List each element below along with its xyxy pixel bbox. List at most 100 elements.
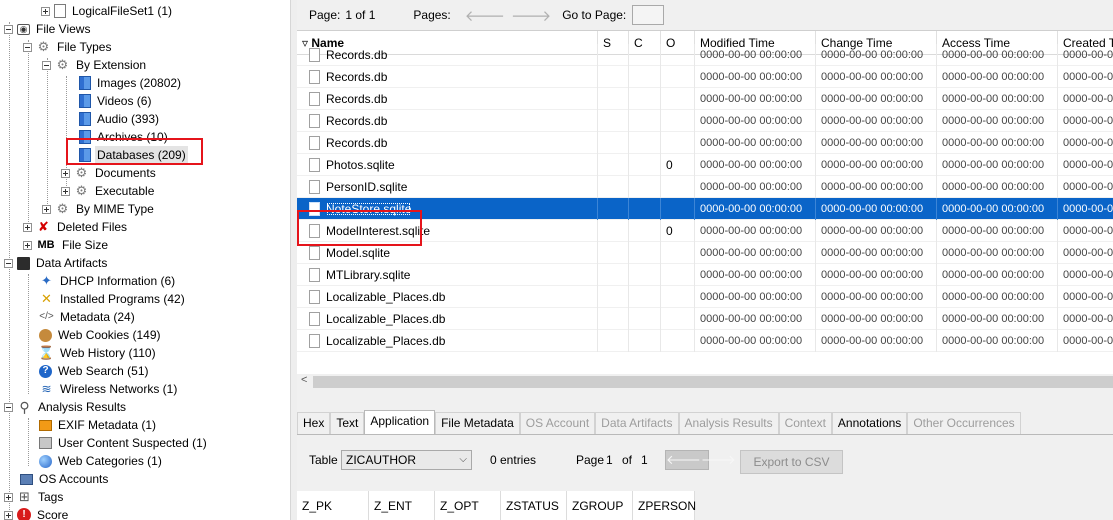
tree-node-installed-programs[interactable]: ✕ Installed Programs (42) [39, 290, 187, 308]
expand-icon[interactable] [23, 240, 32, 250]
tree-node-videos[interactable]: Videos (6) [79, 92, 153, 110]
tree-node-analysis-results[interactable]: ⚲ Analysis Results [4, 398, 128, 416]
tree-node-audio[interactable]: Audio (393) [79, 110, 161, 128]
tab-hex[interactable]: Hex [297, 412, 331, 434]
cookie-icon [39, 328, 52, 342]
gear-icon: ⚙ [37, 39, 50, 54]
tree-node-executable[interactable]: ⚙ Executable [61, 182, 156, 200]
prev-page-arrow-icon[interactable]: 🡐 [465, 6, 505, 25]
tab-analysis-results[interactable]: Analysis Results [678, 412, 779, 434]
tree-node-archives[interactable]: Archives (10) [79, 128, 170, 146]
tree-node-file-types[interactable]: ⚙ File Types [23, 38, 113, 56]
tree-node-web-history[interactable]: ⌛ Web History (110) [38, 344, 158, 362]
table-row[interactable]: Records.db 0000-00-00 00:00:00 0000-00-00 … [297, 44, 1113, 66]
tree-node-wireless-networks[interactable]: ≋ Wireless Networks (1) [39, 380, 179, 398]
gear-icon: ⚙ [56, 201, 69, 216]
table-row[interactable]: MTLibrary.sqlite 0000-00-00 00:00:00 0000-… [297, 264, 1113, 286]
cell-ctime: 0000-00-00 00:00:00 [816, 198, 937, 220]
expand-icon[interactable] [42, 204, 51, 214]
tree-node-web-categories[interactable]: Web Categories (1) [39, 452, 164, 470]
expand-icon[interactable] [23, 222, 32, 232]
tree-node-score[interactable]: ! Score [4, 506, 70, 520]
cell-mtime: 0000-00-00 00:00:00 [695, 154, 816, 176]
sqlite-column-zperson[interactable]: ZPERSON [633, 491, 696, 520]
scrollbar-thumb[interactable] [313, 376, 1113, 388]
table-row[interactable]: Records.db 0000-00-00 00:00:00 0000-00-00 … [297, 88, 1113, 110]
tab-text[interactable]: Text [330, 412, 365, 434]
next-page-arrow-icon[interactable]: 🡒 [511, 6, 551, 25]
file-icon [309, 245, 320, 260]
tree-node-databases[interactable]: Databases (209) [79, 146, 188, 164]
table-row[interactable]: Model.sqlite 0000-00-00 00:00:00 0000-00-0… [297, 242, 1113, 264]
cell-mtime: 0000-00-00 00:00:00 [695, 44, 816, 66]
sqlite-column-zstatus[interactable]: ZSTATUS [501, 491, 567, 520]
cell-s [598, 132, 629, 154]
cell-ctime: 0000-00-00 00:00:00 [816, 66, 937, 88]
expand-icon[interactable] [41, 6, 50, 16]
tree-node-os-accounts[interactable]: OS Accounts [20, 470, 110, 488]
expand-icon[interactable] [4, 510, 13, 520]
tree-node-tags[interactable]: ⊞ Tags [4, 488, 65, 506]
scroll-left-arrow-icon[interactable]: < [301, 374, 307, 386]
collapse-icon[interactable] [42, 60, 51, 70]
file-name: MTLibrary.sqlite [326, 268, 411, 282]
expand-icon[interactable] [61, 186, 70, 196]
tree-node-by-mime-type[interactable]: ⚙ By MIME Type [42, 200, 156, 218]
tree-node-logicalfileset[interactable]: LogicalFileSet1 (1) [41, 2, 174, 20]
tree-node-label: DHCP Information (6) [60, 274, 176, 288]
tree-node-deleted-files[interactable]: ✘ Deleted Files [23, 218, 129, 236]
cell-c [629, 264, 661, 286]
tree-node-file-views[interactable]: ◉ File Views [4, 20, 92, 38]
pane-splitter[interactable] [290, 0, 297, 520]
collapse-icon[interactable] [4, 402, 13, 412]
sqlite-column-z-pk[interactable]: Z_PK [297, 491, 369, 520]
sqlite-column-zgroup[interactable]: ZGROUP [567, 491, 633, 520]
tab-os-account[interactable]: OS Account [519, 412, 596, 434]
table-row[interactable]: Localizable_Places.db 0000-00-00 00:00:00… [297, 308, 1113, 330]
table-body: Records.db 0000-00-00 00:00:00 0000-00-00 … [297, 44, 1113, 352]
prev-page-arrow-icon[interactable]: 🡐 [666, 452, 701, 468]
tree-node-dhcp-information[interactable]: ✦ DHCP Information (6) [39, 272, 177, 290]
table-row[interactable]: Localizable_Places.db 0000-00-00 00:00:00… [297, 330, 1113, 352]
collapse-icon[interactable] [23, 42, 32, 52]
horizontal-scrollbar[interactable]: < [297, 374, 1113, 390]
next-page-arrow-icon[interactable]: 🡒 [701, 452, 736, 468]
table-row[interactable]: Photos.sqlite 0 0000-00-00 00:00:00 0000-00… [297, 154, 1113, 176]
tree-node-documents[interactable]: ⚙ Documents [61, 164, 158, 182]
tree-node-user-content-suspected[interactable]: User Content Suspected (1) [39, 434, 209, 452]
goto-page-input[interactable] [632, 5, 665, 25]
wifi-icon: ≋ [41, 382, 52, 396]
cell-o [661, 242, 695, 264]
expand-icon[interactable] [61, 168, 70, 178]
tab-application[interactable]: Application [364, 410, 436, 434]
tree-node-web-search[interactable]: ? Web Search (51) [39, 362, 151, 380]
tree-node-file-size[interactable]: MB File Size [23, 236, 110, 254]
tree-node-data-artifacts[interactable]: Data Artifacts [4, 254, 109, 272]
table-row-selected[interactable]: NoteStore.sqlite 0000-00-00 00:00:00 0000-… [297, 198, 1113, 220]
tab-data-artifacts[interactable]: Data Artifacts [595, 412, 679, 434]
table-row[interactable]: Records.db 0000-00-00 00:00:00 0000-00-00 … [297, 110, 1113, 132]
tab-file-metadata[interactable]: File Metadata [435, 412, 520, 434]
table-row[interactable]: Localizable_Places.db 0000-00-00 00:00:00… [297, 286, 1113, 308]
table-row[interactable]: Records.db 0000-00-00 00:00:00 0000-00-00 … [297, 66, 1113, 88]
collapse-icon[interactable] [4, 258, 13, 268]
table-row[interactable]: ModelInterest.sqlite 0 0000-00-00 00:00:00… [297, 220, 1113, 242]
sqlite-column-z-ent[interactable]: Z_ENT [369, 491, 435, 520]
table-select[interactable]: ZICAUTHOR ⌵ [341, 450, 472, 470]
tree-node-images[interactable]: Images (20802) [79, 74, 183, 92]
table-row[interactable]: Records.db 0000-00-00 00:00:00 0000-00-00 … [297, 132, 1113, 154]
tree-node-exif-metadata[interactable]: EXIF Metadata (1) [39, 416, 158, 434]
tab-other-occurrences[interactable]: Other Occurrences [907, 412, 1021, 434]
export-csv-button[interactable]: Export to CSV [740, 450, 843, 474]
entries-count: 0 entries [490, 453, 537, 467]
collapse-icon[interactable] [4, 24, 13, 34]
tree-node-metadata[interactable]: </> Metadata (24) [39, 308, 137, 326]
tab-context[interactable]: Context [778, 412, 832, 434]
table-row[interactable]: PersonID.sqlite 0000-00-00 00:00:00 0000-0… [297, 176, 1113, 198]
tree-node-by-extension[interactable]: ⚙ By Extension [42, 56, 148, 74]
tree-node-web-cookies[interactable]: Web Cookies (149) [39, 326, 163, 344]
tab-annotations[interactable]: Annotations [831, 412, 908, 434]
expand-icon[interactable] [4, 492, 13, 502]
cell-mtime: 0000-00-00 00:00:00 [695, 220, 816, 242]
sqlite-column-z-opt[interactable]: Z_OPT [435, 491, 501, 520]
